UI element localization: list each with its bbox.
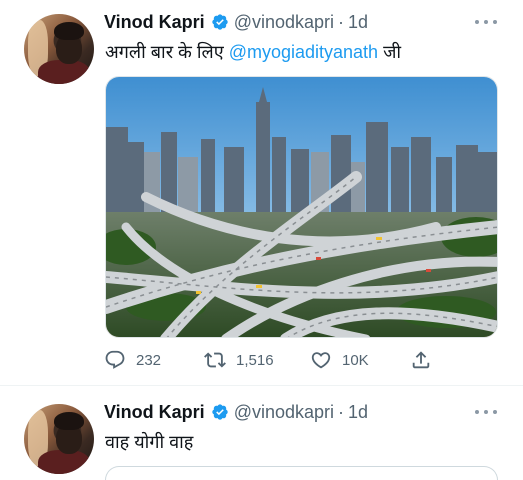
like-icon [311, 352, 331, 369]
like-button[interactable]: 10K [310, 346, 369, 374]
city-highway-photo [106, 77, 497, 337]
tweet-text-prefix: अगली बार के लिए [105, 42, 229, 62]
more-icon[interactable] [475, 402, 497, 422]
reply-button[interactable]: 232 [104, 346, 161, 374]
tweet-header: Vinod Kapri @vinodkapri · 1d [104, 400, 368, 424]
share-icon [412, 351, 430, 369]
tweet-text: वाह योगी वाह [105, 432, 194, 452]
reply-icon [105, 350, 125, 369]
timestamp[interactable]: 1d [348, 12, 368, 33]
reply-count: 232 [136, 351, 162, 369]
avatar[interactable] [24, 14, 94, 84]
author-name[interactable]: Vinod Kapri [104, 402, 205, 423]
retweet-count: 1,516 [236, 351, 274, 369]
verified-badge-icon [211, 403, 229, 421]
retweet-button[interactable]: 1,516 [204, 346, 274, 374]
tweet-actions: 232 1,516 10K [104, 346, 444, 374]
avatar[interactable] [24, 404, 94, 474]
timestamp[interactable]: 1d [348, 402, 368, 423]
retweet-icon [204, 352, 226, 368]
share-button[interactable] [410, 346, 432, 374]
author-handle[interactable]: @vinodkapri [234, 402, 334, 423]
verified-badge-icon [211, 13, 229, 31]
tweet[interactable]: Vinod Kapri @vinodkapri · 1d अगली बार के… [0, 0, 523, 385]
more-icon[interactable] [475, 12, 497, 32]
tweet[interactable]: Vinod Kapri @vinodkapri · 1d वाह योगी वा… [0, 386, 523, 480]
tweet-header: Vinod Kapri @vinodkapri · 1d [104, 10, 368, 34]
author-name[interactable]: Vinod Kapri [104, 12, 205, 33]
tweet-media-card[interactable] [105, 466, 498, 480]
separator-dot: · [338, 11, 345, 32]
tweet-photo[interactable] [105, 76, 498, 338]
separator-dot: · [338, 401, 345, 422]
tweet-text-suffix: जी [378, 42, 402, 62]
author-handle[interactable]: @vinodkapri [234, 12, 334, 33]
tweet-text: अगली बार के लिए @myogiadityanath जी [105, 40, 401, 64]
mention-link[interactable]: @myogiadityanath [229, 42, 378, 62]
like-count: 10K [342, 351, 369, 369]
